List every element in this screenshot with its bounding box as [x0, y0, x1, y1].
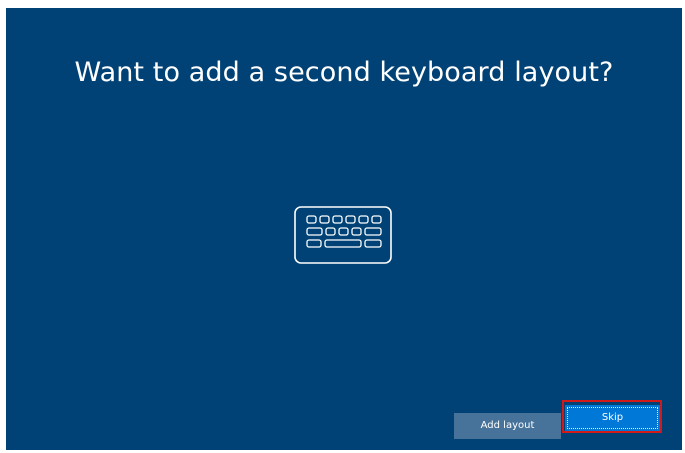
page-title: Want to add a second keyboard layout?	[74, 57, 614, 88]
skip-button[interactable]: Skip	[565, 405, 660, 431]
oobe-screen: Want to add a second keyboard layout? Ad…	[6, 8, 682, 450]
keyboard-icon	[294, 206, 392, 264]
add-layout-button[interactable]: Add layout	[454, 413, 561, 439]
